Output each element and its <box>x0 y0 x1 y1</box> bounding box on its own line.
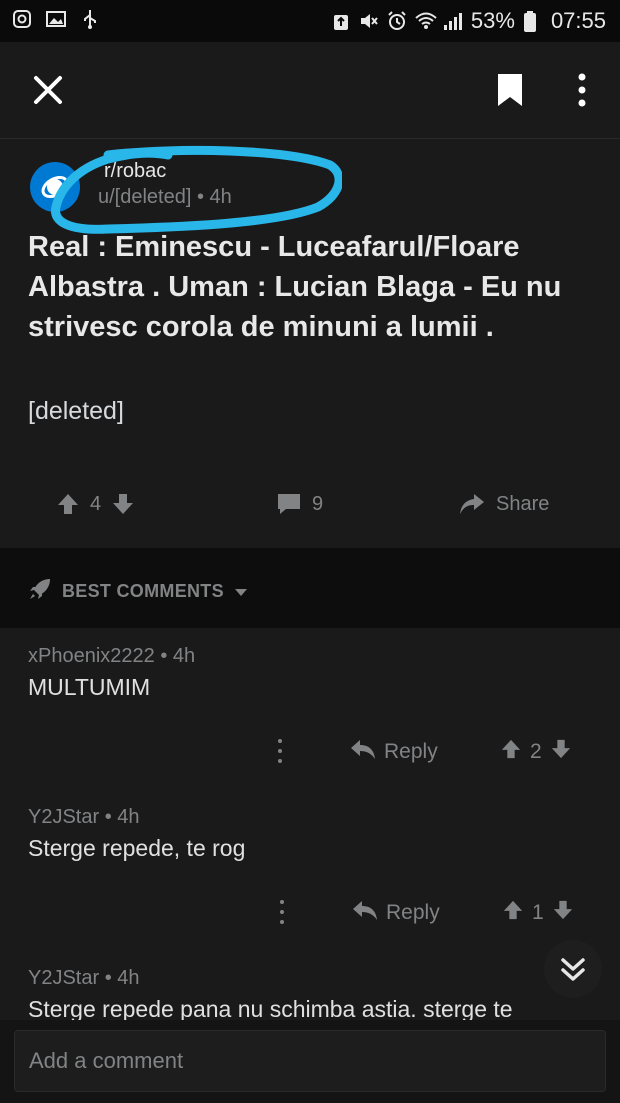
comment-time: 4h <box>172 645 196 667</box>
comment-score: 1 <box>532 901 544 924</box>
comment-actions: Reply 2 <box>0 732 620 772</box>
share-button[interactable]: Share <box>458 492 549 516</box>
post-toolbar <box>0 42 620 139</box>
reply-icon <box>352 899 378 927</box>
comment-bubble-icon <box>276 492 302 516</box>
comments-sort-dropdown[interactable]: BEST COMMENTS <box>28 577 248 606</box>
comment-input-box <box>14 1030 606 1092</box>
reply-icon <box>350 738 376 766</box>
rocket-icon <box>28 577 52 606</box>
comment-meta: Y2JStar • 4h <box>28 806 598 829</box>
wifi-icon <box>415 11 437 31</box>
downvote-icon[interactable] <box>552 899 574 927</box>
downvote-icon[interactable] <box>550 738 572 766</box>
comment-text: Sterge repede, te rog <box>28 835 246 861</box>
comment-vote-group: 1 <box>502 899 574 927</box>
status-bar: 53% 07:55 <box>0 0 620 42</box>
battery-icon <box>523 11 543 32</box>
alarm-icon <box>387 11 407 31</box>
reply-button[interactable]: Reply <box>350 738 438 766</box>
usb-icon <box>80 9 100 29</box>
battery-percent: 53% <box>470 8 515 33</box>
comments-button[interactable]: 9 <box>276 492 323 516</box>
bookmark-icon[interactable] <box>496 72 524 108</box>
chevron-down-icon <box>234 581 248 602</box>
comment-text: MULTUMIM <box>28 674 151 700</box>
comment-composer <box>0 1020 620 1103</box>
comments-count: 9 <box>312 492 324 515</box>
gallery-icon <box>46 9 66 29</box>
clock: 07:55 <box>550 8 606 33</box>
comment-meta: xPhoenix2222 • 4h <box>28 645 598 668</box>
vote-group: 4 <box>56 492 135 516</box>
comment-author[interactable]: xPhoenix2222 <box>28 645 155 667</box>
comment-meta: Y2JStar • 4h <box>28 967 598 990</box>
mute-icon <box>359 11 379 31</box>
reply-label: Reply <box>386 901 440 924</box>
close-icon[interactable] <box>30 72 66 108</box>
share-label: Share <box>496 492 550 515</box>
meta-separator: • <box>104 967 118 989</box>
more-options-icon[interactable] <box>270 736 290 766</box>
reply-label: Reply <box>384 740 438 763</box>
comment-author[interactable]: Y2JStar <box>28 967 99 989</box>
comment-item: Y2JStar • 4h Sterge repede, te rog <box>28 806 598 862</box>
comment-score: 2 <box>530 740 542 763</box>
next-comment-button[interactable] <box>544 940 602 998</box>
upvote-icon[interactable] <box>502 899 524 927</box>
comment-item: xPhoenix2222 • 4h MULTUMIM <box>28 645 598 701</box>
meta-separator: • <box>160 645 173 667</box>
post-body: [deleted] <box>28 397 124 425</box>
double-chevron-down-icon <box>561 958 585 981</box>
downvote-icon[interactable] <box>111 492 135 516</box>
comment-time: 4h <box>117 967 140 989</box>
meta-separator: • <box>104 806 118 828</box>
comment-vote-group: 2 <box>500 738 572 766</box>
upvote-icon[interactable] <box>500 738 522 766</box>
comment-author[interactable]: Y2JStar <box>28 806 99 828</box>
comment-time: 4h <box>117 806 140 828</box>
instagram-icon <box>12 9 32 29</box>
comment-item: Y2JStar • 4h Sterge repede pana nu schim… <box>28 967 598 1023</box>
post-actions: 4 9 Share <box>0 480 620 530</box>
comments-sort-label: BEST COMMENTS <box>62 581 224 601</box>
comment-actions: Reply 1 <box>0 893 620 933</box>
recycle-icon <box>331 11 351 31</box>
post-score: 4 <box>90 492 102 515</box>
comment-text: Sterge repede pana nu schimba astia. ste… <box>28 996 513 1022</box>
more-options-icon[interactable] <box>272 897 292 927</box>
share-arrow-icon <box>458 492 486 516</box>
post-title[interactable]: Real : Eminescu - Luceafarul/Floare Alba… <box>28 227 598 347</box>
reply-button[interactable]: Reply <box>352 899 440 927</box>
signal-icon <box>443 11 463 31</box>
comment-input[interactable] <box>27 1043 591 1079</box>
more-options-icon[interactable] <box>570 70 594 110</box>
upvote-icon[interactable] <box>56 492 80 516</box>
